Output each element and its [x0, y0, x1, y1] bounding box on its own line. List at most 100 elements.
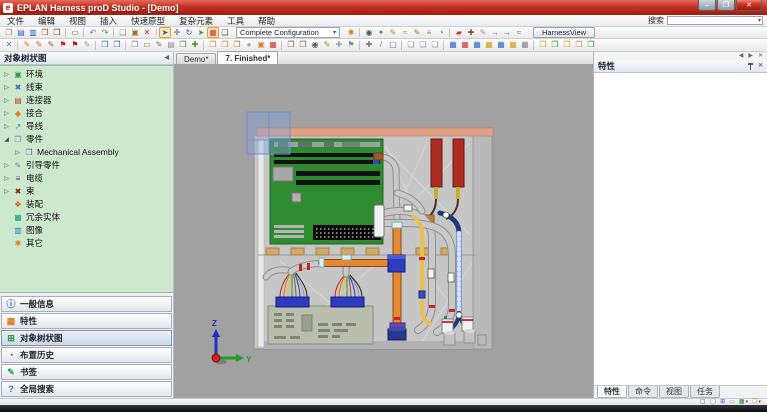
nav-global-search[interactable]: ? 全局搜索: [1, 381, 172, 397]
delete-icon[interactable]: ✕: [141, 27, 153, 38]
doc-pair-icon[interactable]: ❏: [405, 40, 417, 51]
tree-item-cable[interactable]: ▷ ≡ 电缆: [0, 172, 173, 185]
harness-doc3-icon[interactable]: ❒: [561, 40, 573, 51]
table-blue3-icon[interactable]: ▦: [495, 40, 507, 51]
menu-help[interactable]: 帮助: [251, 15, 282, 26]
route-pen-icon[interactable]: ✎: [21, 40, 33, 51]
locate-icon[interactable]: ✦: [375, 27, 387, 38]
draw-line-icon[interactable]: /: [375, 40, 387, 51]
print-icon[interactable]: ▭: [69, 27, 81, 38]
green-box-icon[interactable]: ❒: [177, 40, 189, 51]
repair-icon[interactable]: ✚: [465, 27, 477, 38]
pan-tool-icon[interactable]: ✛: [171, 27, 183, 38]
tab-scroll-right-icon[interactable]: ▶: [748, 53, 753, 59]
harness-doc-icon[interactable]: ❒: [537, 40, 549, 51]
minimize-button[interactable]: –: [698, 0, 716, 11]
collapse-panel-icon[interactable]: ◀: [164, 55, 169, 61]
history-icon[interactable]: ◔: [435, 27, 447, 38]
control-point2-icon[interactable]: ⚑: [69, 40, 81, 51]
trash-icon[interactable]: ▭: [141, 40, 153, 51]
annotate-icon[interactable]: ✎: [411, 27, 423, 38]
sphere-icon[interactable]: ●: [243, 40, 255, 51]
plus-icon[interactable]: ✚: [363, 40, 375, 51]
tree-item-guiding-parts[interactable]: ▷ ✎ 引导零件: [0, 159, 173, 172]
harness-doc2-icon[interactable]: ❒: [549, 40, 561, 51]
menu-view[interactable]: 视图: [62, 15, 93, 26]
red-grid-icon[interactable]: ▦: [267, 40, 279, 51]
tree-item-wire[interactable]: ▷ ↗ 导线: [0, 120, 173, 133]
export-step-icon[interactable]: →: [489, 27, 501, 38]
nav-general-info[interactable]: ⓘ 一般信息: [1, 296, 172, 312]
tree-expand-icon[interactable]: ▷: [14, 150, 21, 156]
bundle2-icon[interactable]: ❒: [111, 40, 123, 51]
menu-edit[interactable]: 编辑: [31, 15, 62, 26]
pen-icon[interactable]: ✎: [477, 27, 489, 38]
folder-icon[interactable]: ❐: [207, 40, 219, 51]
report-icon[interactable]: ▰: [453, 27, 465, 38]
nav-bookmarks[interactable]: ✎ 书签: [1, 364, 172, 380]
add-green-box-icon[interactable]: ✚: [189, 40, 201, 51]
copy-icon[interactable]: ❏: [117, 27, 129, 38]
undo-icon[interactable]: ↶: [87, 27, 99, 38]
dimension-icon[interactable]: ≡: [423, 27, 435, 38]
nav-properties[interactable]: ▦ 特性: [1, 313, 172, 329]
table-gray-icon[interactable]: ▦: [519, 40, 531, 51]
gray-pen-icon[interactable]: ✎: [81, 40, 93, 51]
tree-item-image[interactable]: ▥ 图像: [0, 224, 173, 237]
tree-expand-icon[interactable]: ▷: [3, 176, 10, 182]
magnifier-icon[interactable]: ◉: [309, 40, 321, 51]
configuration-selector[interactable]: Complete Configuration▾: [236, 27, 340, 38]
settings-gear-icon[interactable]: ✱: [345, 27, 357, 38]
clipboard-icon[interactable]: ▤: [165, 40, 177, 51]
search-input[interactable]: ▾: [667, 16, 763, 25]
close-button[interactable]: ✕: [736, 0, 762, 11]
tree-expand-icon[interactable]: ▷: [3, 124, 10, 130]
compass-icon[interactable]: ✛: [333, 40, 345, 51]
new-project-icon[interactable]: ❐: [3, 27, 15, 38]
doc-pair3-icon[interactable]: ❏: [429, 40, 441, 51]
archive-brown2-icon[interactable]: ❒: [297, 40, 309, 51]
pin-icon[interactable]: [747, 63, 754, 70]
table-red-icon[interactable]: ▦: [459, 40, 471, 51]
unroute-icon[interactable]: ✕: [3, 40, 15, 51]
tree-item-parts[interactable]: ◢ ❒ 零件: [0, 133, 173, 146]
tree-item-assembly[interactable]: ❖ 装配: [0, 198, 173, 211]
archive-icon[interactable]: ❒: [39, 27, 51, 38]
restore-button[interactable]: ❐: [717, 0, 735, 11]
open-icon[interactable]: ▤: [15, 27, 27, 38]
menu-complex-elements[interactable]: 复杂元素: [172, 15, 220, 26]
3d-viewport[interactable]: Z Y: [174, 65, 593, 398]
save-icon[interactable]: ▥: [27, 27, 39, 38]
harness-doc4-icon[interactable]: ❒: [573, 40, 585, 51]
tab-finished[interactable]: 7. Finished*: [217, 51, 278, 64]
menu-tools[interactable]: 工具: [220, 15, 251, 26]
route-pen3-icon[interactable]: ✎: [45, 40, 57, 51]
folder3-icon[interactable]: ❐: [231, 40, 243, 51]
rp-tab-tasks[interactable]: 任务: [690, 386, 720, 398]
tab-scroll-left-icon[interactable]: ◀: [739, 53, 744, 59]
marker-pen-icon[interactable]: ✎: [387, 27, 399, 38]
table-yellow-icon[interactable]: ▦: [483, 40, 495, 51]
tree-item-connector[interactable]: ▷ ▤ 连接器: [0, 94, 173, 107]
tree-expand-icon[interactable]: ▷: [3, 98, 10, 104]
display-mode-icon[interactable]: ▦: [207, 27, 219, 38]
tree-item-splice[interactable]: ▷ ◆ 接合: [0, 107, 173, 120]
tab-demo[interactable]: Demo*: [176, 53, 216, 64]
edit-doc-icon[interactable]: ✎: [153, 40, 165, 51]
tree-expand-icon[interactable]: ◢: [3, 137, 10, 143]
walk-tool-icon[interactable]: ➤: [195, 27, 207, 38]
pencil-icon[interactable]: ✎: [321, 40, 333, 51]
tree-expand-icon[interactable]: ▷: [3, 189, 10, 195]
orbit-tool-icon[interactable]: ↻: [183, 27, 195, 38]
rp-tab-commands[interactable]: 命令: [628, 386, 658, 398]
harness-doc5-icon[interactable]: ❒: [585, 40, 597, 51]
menu-rapid-prototyping[interactable]: 快速原型: [124, 15, 172, 26]
doc-pair2-icon[interactable]: ❏: [417, 40, 429, 51]
tree-expand-icon[interactable]: ▷: [3, 85, 10, 91]
screen-layout-icon[interactable]: ❑: [219, 27, 231, 38]
panel-close-icon[interactable]: ✕: [758, 63, 763, 69]
menu-insert[interactable]: 插入: [93, 15, 124, 26]
redo-icon[interactable]: ↷: [99, 27, 111, 38]
mini-flag-icon[interactable]: ⚑: [345, 40, 357, 51]
table-blue-icon[interactable]: ▦: [447, 40, 459, 51]
